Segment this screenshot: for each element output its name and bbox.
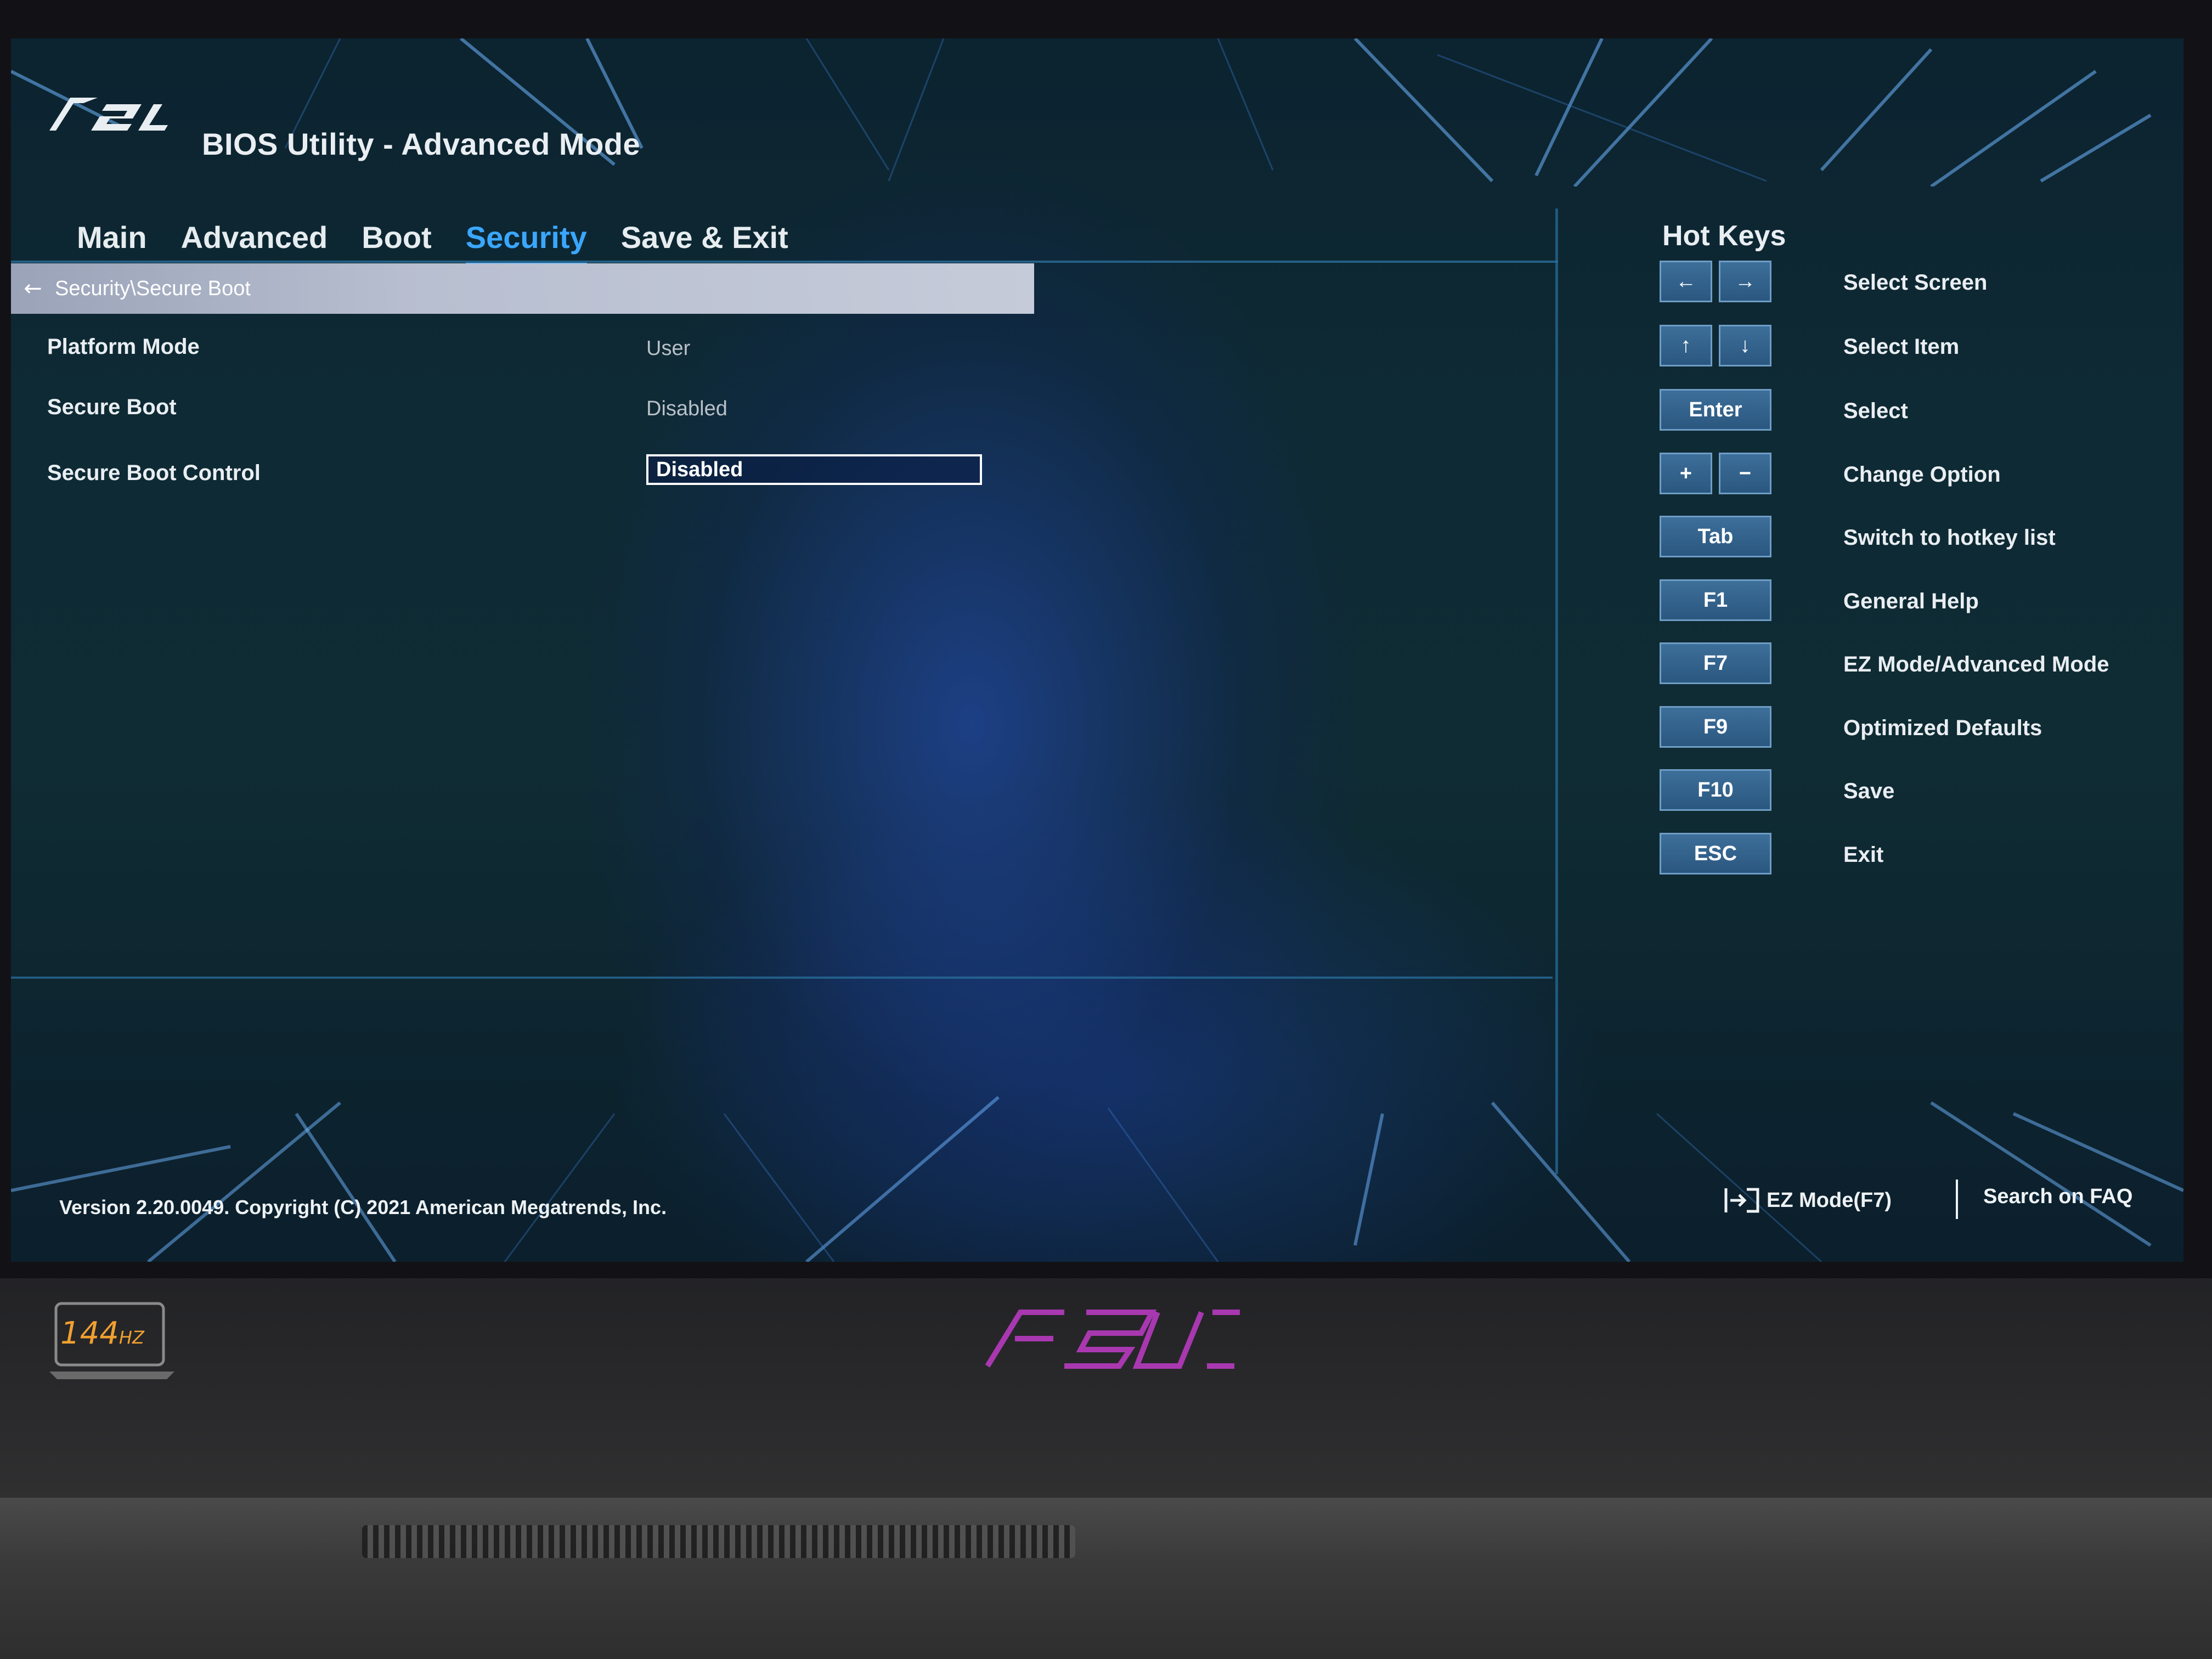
- hotkey-description: Exit: [1843, 843, 1884, 867]
- hotkey-description: Switch to hotkey list: [1843, 526, 2056, 550]
- hotkey-description: Save: [1843, 779, 1895, 803]
- main-tabs: Main Advanced Boot Security Save & Exit: [77, 219, 788, 266]
- hotkey-description: Change Option: [1843, 462, 2001, 487]
- f10-key[interactable]: F10: [1660, 769, 1771, 811]
- setting-value: User: [646, 337, 691, 360]
- arrow-left-key-icon[interactable]: ←: [1660, 261, 1712, 302]
- hotkey-row[interactable]: + − Change Option: [1660, 453, 2153, 496]
- arrow-right-key-icon[interactable]: →: [1719, 261, 1771, 302]
- hotkey-description: Select Item: [1843, 335, 1960, 359]
- enter-key[interactable]: Enter: [1660, 389, 1771, 431]
- refresh-rate-value: 144: [60, 1316, 119, 1351]
- tab-security[interactable]: Security: [465, 219, 587, 266]
- tab-main[interactable]: Main: [77, 219, 147, 266]
- hotkeys-title: Hot Keys: [1662, 220, 1786, 252]
- tab-boot[interactable]: Boot: [362, 219, 432, 266]
- ez-mode-label: EZ Mode(F7): [1767, 1188, 1892, 1212]
- hotkey-row[interactable]: ESC Exit: [1660, 833, 2153, 877]
- setting-row-secure-boot: Secure Boot Disabled: [47, 395, 1035, 439]
- decorative-streaks-top: [11, 38, 2152, 187]
- breadcrumb-path: Security\Secure Boot: [55, 276, 251, 300]
- version-copyright: Version 2.20.0049. Copyright (C) 2021 Am…: [59, 1196, 667, 1218]
- search-faq-link[interactable]: Search on FAQ: [1983, 1185, 2132, 1209]
- esc-key[interactable]: ESC: [1660, 833, 1771, 874]
- header-divider: [11, 261, 1558, 263]
- hotkey-row[interactable]: ← → Select Screen: [1660, 261, 2153, 304]
- plus-key-icon[interactable]: +: [1660, 453, 1712, 494]
- setting-label: Secure Boot Control: [47, 461, 261, 485]
- decorative-streaks-bottom: [11, 1096, 2183, 1262]
- f7-key[interactable]: F7: [1660, 642, 1771, 684]
- hotkey-description: General Help: [1843, 589, 1979, 613]
- content-divider: [11, 977, 1553, 979]
- laptop-hinge: [938, 1410, 1284, 1417]
- hotkey-row[interactable]: F10 Save: [1660, 769, 2153, 813]
- hotkey-description: EZ Mode/Advanced Mode: [1843, 652, 2109, 676]
- ez-mode-button[interactable]: EZ Mode(F7): [1723, 1185, 1892, 1216]
- app-title: BIOS Utility - Advanced Mode: [202, 127, 641, 161]
- enter-mode-icon: [1724, 1188, 1759, 1213]
- chassis-asus-logo: [985, 1310, 1240, 1369]
- hotkey-description: Select Screen: [1843, 270, 1988, 295]
- arrow-down-key-icon[interactable]: ↓: [1719, 325, 1771, 366]
- arrow-up-key-icon[interactable]: ↑: [1660, 325, 1712, 366]
- footer-separator: [1956, 1180, 1958, 1219]
- arrow-left-icon[interactable]: ←: [16, 276, 49, 301]
- hotkey-row[interactable]: F1 General Help: [1660, 579, 2153, 623]
- f9-key[interactable]: F9: [1660, 706, 1771, 748]
- tab-save-exit[interactable]: Save & Exit: [621, 219, 788, 266]
- minus-key-icon[interactable]: −: [1719, 453, 1771, 494]
- asus-logo: [49, 98, 168, 131]
- refresh-rate-label: 144HZ: [60, 1316, 144, 1351]
- panel-divider: [1555, 208, 1558, 1174]
- hotkey-row[interactable]: ↑ ↓ Select Item: [1660, 325, 2153, 369]
- f1-key[interactable]: F1: [1660, 579, 1771, 621]
- hotkey-row[interactable]: Enter Select: [1660, 389, 2153, 433]
- bios-screen: BIOS Utility - Advanced Mode Main Advanc…: [11, 38, 2183, 1262]
- breadcrumb[interactable]: ← Security\Secure Boot: [11, 263, 1034, 314]
- laptop-photo: BIOS Utility - Advanced Mode Main Advanc…: [0, 0, 2212, 1659]
- keyboard-deck: [0, 1498, 2212, 1659]
- setting-label: Platform Mode: [47, 335, 200, 359]
- secure-boot-control-select[interactable]: Disabled: [646, 454, 982, 485]
- setting-row-platform-mode: Platform Mode User: [47, 335, 1035, 379]
- hotkey-row[interactable]: F7 EZ Mode/Advanced Mode: [1660, 642, 2153, 686]
- setting-label: Secure Boot: [47, 395, 177, 419]
- hotkey-description: Select: [1843, 399, 1908, 423]
- hotkey-row[interactable]: F9 Optimized Defaults: [1660, 706, 2153, 750]
- tab-advanced[interactable]: Advanced: [181, 219, 328, 266]
- setting-value: Disabled: [646, 397, 727, 420]
- hotkey-description: Optimized Defaults: [1843, 716, 2042, 740]
- hotkey-row[interactable]: Tab Switch to hotkey list: [1660, 516, 2153, 560]
- setting-row-secure-boot-control[interactable]: Secure Boot Control Disabled: [47, 454, 1035, 505]
- keyboard-vent: [362, 1525, 1075, 1558]
- refresh-rate-unit: HZ: [119, 1327, 144, 1348]
- tab-key[interactable]: Tab: [1660, 516, 1771, 557]
